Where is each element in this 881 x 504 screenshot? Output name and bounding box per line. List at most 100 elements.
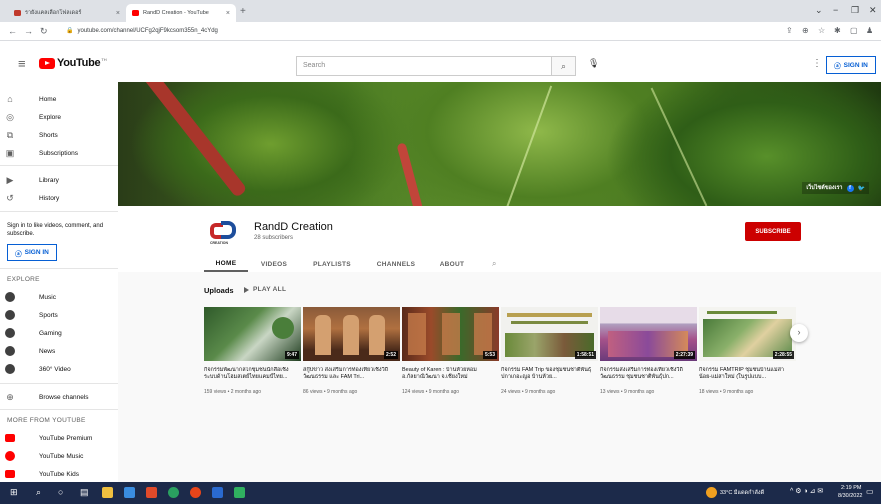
sidebar-item-youtube-premium[interactable]: YouTube Premium xyxy=(0,429,118,447)
microphone-icon[interactable]: 🎙 xyxy=(588,58,599,69)
clock-time[interactable]: 2:19 PM xyxy=(841,485,861,491)
tab-videos[interactable]: VIDEOS xyxy=(248,256,300,272)
facebook-icon[interactable]: f xyxy=(846,184,854,192)
sidebar-signin-button[interactable]: ⓐ SIGN IN xyxy=(7,244,57,261)
sidebar-item-history[interactable]: ↺ History xyxy=(0,189,118,207)
sidebar-item-explore[interactable]: ◎ Explore xyxy=(0,108,118,126)
video-card[interactable]: 5:53 Beauty of Karen : บ้านห้วยหอม อ.กัล… xyxy=(402,307,499,395)
youtube-logo[interactable]: YouTube TH xyxy=(39,57,107,69)
sidebar-item-library[interactable]: ▶ Library xyxy=(0,171,118,189)
taskbar-search-icon[interactable]: ⌕ xyxy=(36,487,47,498)
channel-avatar[interactable]: CREATION xyxy=(207,217,239,249)
minimize-icon[interactable]: − xyxy=(833,5,838,15)
video-card[interactable]: 9:47 กิจกรรมพัฒนากลไกชุมชนนักสื่อเชิงระบ… xyxy=(204,307,301,395)
file-explorer-icon[interactable] xyxy=(102,487,113,498)
menu-icon[interactable]: ≡ xyxy=(18,56,26,71)
tab-playlists[interactable]: PLAYLISTS xyxy=(300,256,364,272)
firefox-icon[interactable] xyxy=(190,487,201,498)
uploads-heading[interactable]: Uploads xyxy=(204,286,234,295)
video-duration: 9:47 xyxy=(284,351,299,359)
twitter-icon[interactable]: 🐦 xyxy=(858,185,865,192)
back-icon[interactable]: ← xyxy=(8,26,17,36)
bookmark-star-icon[interactable]: ☆ xyxy=(818,26,825,35)
tab-channels[interactable]: CHANNELS xyxy=(364,256,428,272)
tab-about[interactable]: ABOUT xyxy=(428,256,476,272)
video-thumbnail[interactable]: 2:27:39 xyxy=(600,307,697,361)
sidebar-item-360-video[interactable]: 360° Video xyxy=(0,360,118,378)
video-card[interactable]: 2:52 สกู๊ปข่าว ส่งเสริมการท่องเที่ยวเชิง… xyxy=(303,307,400,395)
browser-tab-2[interactable]: RandD Creation - YouTube × xyxy=(126,4,236,22)
forward-icon[interactable]: → xyxy=(24,26,33,36)
video-thumbnail[interactable]: 5:53 xyxy=(402,307,499,361)
url-field[interactable]: 🔒 youtube.com/channel/UCFg2qjF9kcsom355n_… xyxy=(66,27,218,34)
new-tab-button[interactable]: + xyxy=(240,6,246,17)
search-button[interactable]: ⌕ xyxy=(552,56,576,76)
video-title[interactable]: กิจกรรมส่งเสริมการท่องเที่ยวเชิงวิถีวัฒน… xyxy=(600,367,697,381)
close-window-icon[interactable]: ✕ xyxy=(869,5,877,16)
channel-search-icon[interactable]: ⌕ xyxy=(492,256,496,272)
close-tab-icon[interactable]: × xyxy=(226,10,230,17)
reload-icon[interactable]: ↻ xyxy=(40,26,48,37)
profile-icon[interactable]: ♟ xyxy=(866,26,873,35)
video-thumbnail[interactable]: 2:28:55 xyxy=(699,307,796,361)
video-title[interactable]: Beauty of Karen : บ้านห้วยหอม อ.กัลยาณิว… xyxy=(402,367,499,381)
sidepanel-icon[interactable]: ▢ xyxy=(850,26,858,35)
sidebar-item-music[interactable]: Music xyxy=(0,288,118,306)
mail-icon[interactable] xyxy=(212,487,223,498)
browser-tab-1[interactable]: รายังแคลเลือกโฟลเดอร์ × xyxy=(8,4,126,22)
tray-icons[interactable]: ^ ⚙ ◑ ⊿ ✉ xyxy=(790,487,823,495)
browser-tab-bar: รายังแคลเลือกโฟลเดอร์ × RandD Creation -… xyxy=(0,0,881,22)
widgets-icon[interactable]: ▤ xyxy=(80,487,91,498)
sidebar-item-home[interactable]: ⌂ Home xyxy=(0,90,118,108)
sidebar-item-browse-channels[interactable]: ⊕ Browse channels xyxy=(0,388,118,406)
video-thumbnail[interactable]: 9:47 xyxy=(204,307,301,361)
clock-date[interactable]: 8/30/2022 xyxy=(838,493,862,499)
sidebar-item-youtube-kids[interactable]: YouTube Kids xyxy=(0,465,118,483)
tab-home[interactable]: HOME xyxy=(204,256,248,272)
sidebar-item-gaming[interactable]: Gaming xyxy=(0,324,118,342)
weather-icon[interactable] xyxy=(706,487,717,498)
sidebar-item-shorts[interactable]: ⧉ Shorts xyxy=(0,126,118,144)
sidebar-item-youtube-music[interactable]: YouTube Music xyxy=(0,447,118,465)
weather-text[interactable]: 33°C มีแดดกำลังดี xyxy=(720,489,764,497)
website-link[interactable]: เว็บไซต์ของเรา xyxy=(806,184,842,192)
banner-links[interactable]: เว็บไซต์ของเรา f 🐦 xyxy=(802,182,869,194)
video-title[interactable]: กิจกรรม FAMTRIP ชุมชนบ้านแม่สาน้อย-แม่สา… xyxy=(699,367,796,381)
subscriber-count: 28 subscribers xyxy=(254,235,294,241)
video-card[interactable]: 1:58:51 กิจกรรม FAM Trip ของชุมชนชาติพัน… xyxy=(501,307,598,395)
sidebar-item-subscriptions[interactable]: ▣ Subscriptions xyxy=(0,144,118,162)
store-icon[interactable] xyxy=(124,487,135,498)
windows-start-icon[interactable]: ⊞ xyxy=(10,487,21,498)
line-icon[interactable] xyxy=(234,487,245,498)
video-thumbnail[interactable]: 1:58:51 xyxy=(501,307,598,361)
play-all-button[interactable]: PLAY ALL xyxy=(244,286,286,293)
play-all-label: PLAY ALL xyxy=(253,286,287,293)
subscribe-button[interactable]: SUBSCRIBE xyxy=(745,222,801,241)
restore-icon[interactable]: ❐ xyxy=(851,5,859,16)
sidebar-item-sports[interactable]: Sports xyxy=(0,306,118,324)
search-input[interactable]: Search xyxy=(296,56,552,76)
header-signin-button[interactable]: ⓐ SIGN IN xyxy=(826,56,876,74)
video-title[interactable]: กิจกรรมพัฒนากลไกชุมชนนักสื่อเชิงระบบด้าน… xyxy=(204,367,301,381)
shelf-next-arrow-icon[interactable]: › xyxy=(790,324,808,342)
video-meta: 24 views • 9 months ago xyxy=(501,389,556,395)
tab-search-icon[interactable]: ⌄ xyxy=(815,5,823,16)
video-card[interactable]: 2:28:55 กิจกรรม FAMTRIP ชุมชนบ้านแม่สาน้… xyxy=(699,307,796,395)
video-title[interactable]: กิจกรรม FAM Trip ของชุมชนชาติพันธุ์ปกาเก… xyxy=(501,367,598,381)
close-tab-icon[interactable]: × xyxy=(116,10,120,17)
sidebar-divider xyxy=(0,211,118,212)
share-icon[interactable]: ⇪ xyxy=(786,26,793,35)
video-thumbnail[interactable]: 2:52 xyxy=(303,307,400,361)
sidebar-item-news[interactable]: News xyxy=(0,342,118,360)
video-title[interactable]: สกู๊ปข่าว ส่งเสริมการท่องเที่ยวเชิงวิถีว… xyxy=(303,367,400,381)
banner-leaf-vein xyxy=(650,87,708,206)
video-card[interactable]: 2:27:39 กิจกรรมส่งเสริมการท่องเที่ยวเชิง… xyxy=(600,307,697,395)
office-icon[interactable] xyxy=(146,487,157,498)
notification-icon[interactable]: ▭ xyxy=(866,487,877,498)
library-icon: ▶ xyxy=(6,174,14,185)
extensions-icon[interactable]: ✱ xyxy=(834,26,841,35)
task-view-icon[interactable]: ○ xyxy=(58,487,69,498)
install-icon[interactable]: ⊕ xyxy=(802,26,809,35)
chrome-icon[interactable] xyxy=(168,487,179,498)
settings-kebab-icon[interactable]: ⋮ xyxy=(812,58,822,69)
